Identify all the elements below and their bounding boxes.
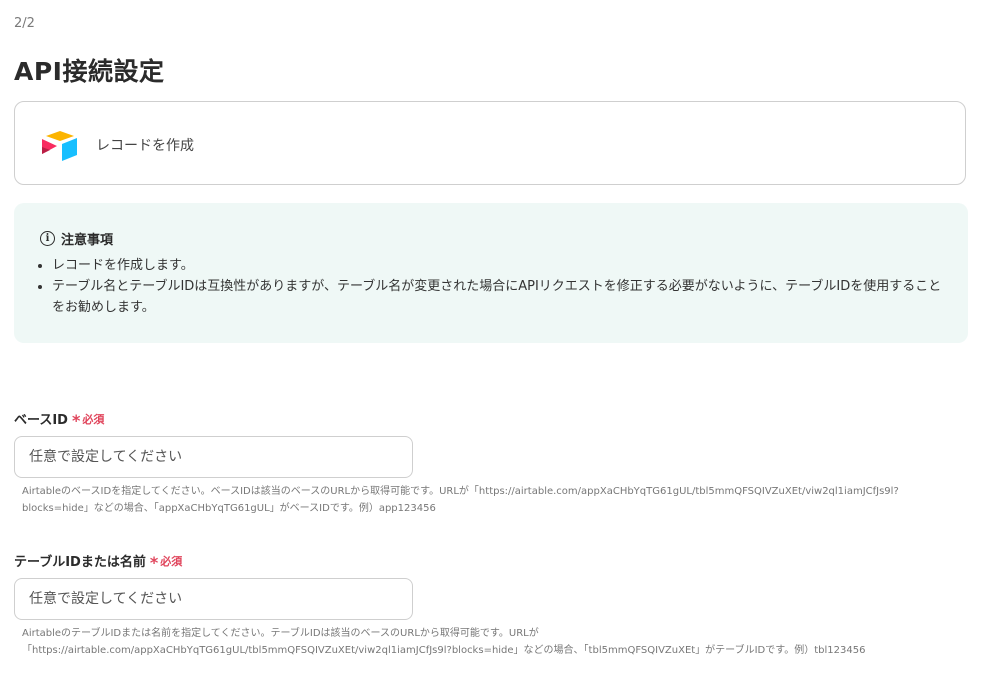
action-label: レコードを作成 [96,138,194,154]
required-text: 必須 [82,412,105,426]
required-asterisk: * [149,552,159,572]
step-indicator: 2/2 [14,16,35,31]
base-id-label: ベースID * 必須 [14,409,104,428]
notice-item: テーブル名とテーブルIDは互換性がありますが、テーブル名が変更された場合にAPI… [52,276,952,318]
table-id-help: AirtableのテーブルIDまたは名前を指定してください。テーブルIDは該当の… [22,628,866,656]
notice-heading: i 注意事項 [40,229,113,248]
notice-box: i 注意事項 レコードを作成します。 テーブル名とテーブルIDは互換性があります… [14,203,968,343]
action-card[interactable]: レコードを作成 [14,101,966,185]
base-id-input[interactable] [14,436,413,478]
notice-list: レコードを作成します。 テーブル名とテーブルIDは互換性がありますが、テーブル名… [34,255,952,318]
base-id-label-text: ベースID [14,413,68,428]
airtable-logo-icon [42,131,77,161]
notice-heading-text: 注意事項 [61,233,114,248]
info-icon: i [40,231,55,246]
page-title: API接続設定 [14,57,165,86]
table-id-label-text: テーブルIDまたは名前 [14,555,146,570]
notice-item: レコードを作成します。 [52,255,952,276]
table-id-label: テーブルIDまたは名前 * 必須 [14,551,182,570]
base-id-help: AirtableのベースIDを指定してください。ベースIDは該当のベースのURL… [22,486,899,514]
table-id-input[interactable] [14,578,413,620]
required-text: 必須 [160,554,183,568]
required-asterisk: * [71,410,81,430]
required-badge: * 必須 [71,410,105,430]
required-badge: * 必須 [149,552,183,572]
